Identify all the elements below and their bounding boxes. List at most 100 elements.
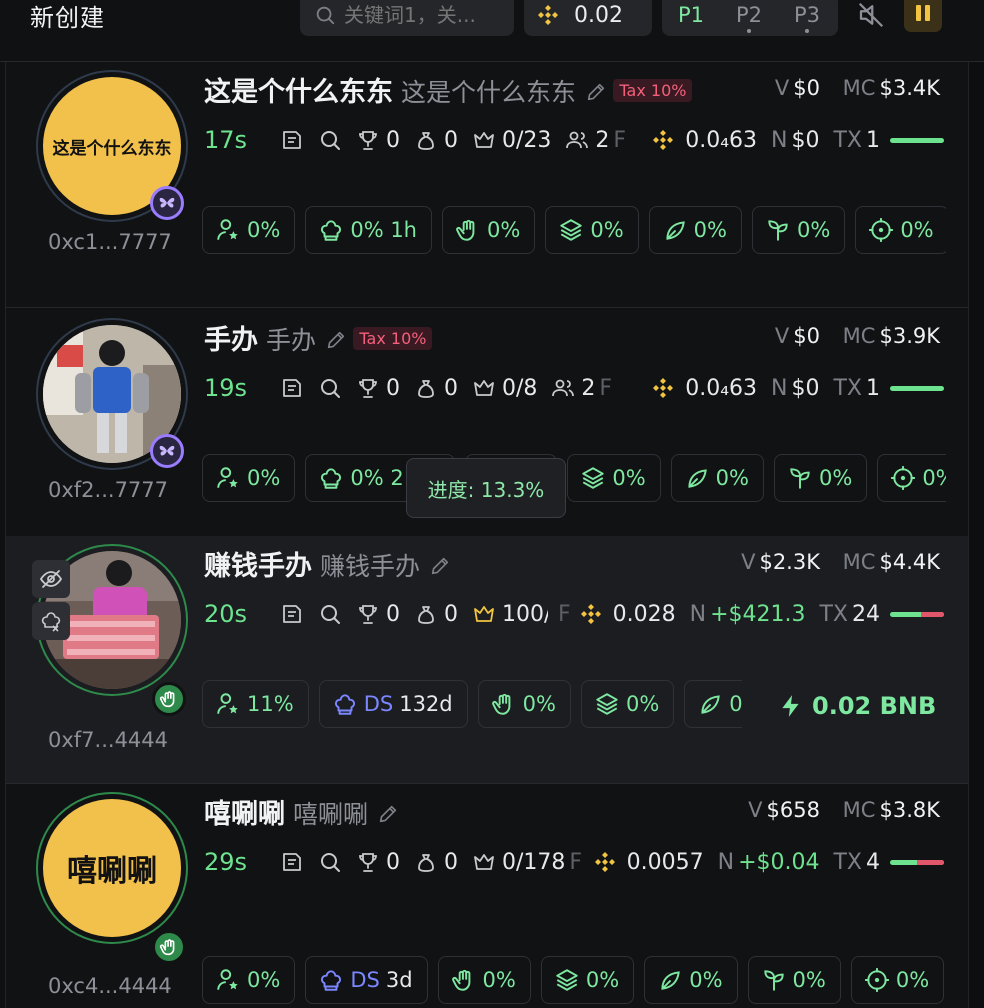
pause-button[interactable] <box>904 0 942 32</box>
chip-layers[interactable]: 0% <box>567 454 661 502</box>
user-star-icon <box>215 691 241 717</box>
bnb-icon <box>593 850 617 874</box>
metric-chips: 11% DS 132d 0% 0% 0 <box>202 680 742 728</box>
target-icon <box>868 217 894 243</box>
bag-icon <box>414 376 438 400</box>
target-icon <box>890 465 916 491</box>
chip-leaf[interactable]: 0% <box>670 454 764 502</box>
layers-icon <box>580 465 606 491</box>
tab-p3[interactable]: P3 <box>778 3 836 33</box>
sprout-icon <box>761 967 787 993</box>
tab-p2[interactable]: P2 <box>720 3 778 33</box>
buy-sell-bar <box>890 385 944 391</box>
chip-sprout[interactable]: 0% <box>747 956 841 1004</box>
token-address[interactable]: 0xc4...4444 <box>48 974 172 998</box>
chip-dev-holdings[interactable]: 0% <box>202 206 296 254</box>
volume-value: $0 <box>793 324 820 348</box>
chip-target[interactable]: 0% <box>850 956 945 1004</box>
chip-hand[interactable]: 0% <box>437 956 531 1004</box>
volume-mcap: V $0 MC $3.4K <box>775 76 940 100</box>
n-label: N <box>717 849 735 875</box>
token-age: 20s <box>204 600 248 628</box>
chip-leaf[interactable]: 0% <box>644 956 738 1004</box>
hide-eye-icon[interactable] <box>32 560 70 598</box>
chip-sprout[interactable]: 0% <box>751 206 846 254</box>
token-card[interactable]: 这是个什么东东 0xc1...7777 这是个什么东东 这是个什么东东 Tax 1… <box>6 62 968 308</box>
mute-icon[interactable] <box>856 0 886 30</box>
right-stats: 0.0₄63 N $0 TX 1 <box>651 370 944 406</box>
buy-amount-field[interactable]: 0.02 <box>524 0 652 36</box>
chef-hat-icon <box>318 465 344 491</box>
chip-hand[interactable]: 0% <box>477 680 571 728</box>
volume-mcap: V $0 MC $3.9K <box>775 324 940 348</box>
edit-pencil-icon[interactable] <box>325 329 347 351</box>
chip-sprout[interactable]: 0% <box>773 454 868 502</box>
chip-chef[interactable]: 0% 1h <box>305 206 432 254</box>
token-symbol: 赚钱手办 <box>320 552 421 581</box>
edit-pencil-icon[interactable] <box>377 803 399 825</box>
holders-icon <box>565 128 589 152</box>
chip-leaf[interactable]: 0 <box>684 680 742 728</box>
token-card[interactable]: 0xf2...7777 手办 手办 Tax 10% V $0 MC $3.9K 19s… <box>6 310 968 556</box>
ds-value: 132d <box>399 692 453 716</box>
chip-layers[interactable]: 0% <box>540 956 635 1004</box>
chip-layers[interactable]: 0% <box>545 206 639 254</box>
edit-pencil-icon[interactable] <box>429 555 451 577</box>
scrollbar[interactable] <box>968 0 984 1008</box>
butterfly-icon <box>150 186 184 220</box>
token-card[interactable]: 0xf7...4444 赚钱手办 赚钱手办 V $2.3K MC $4.4K 20s … <box>6 536 968 784</box>
chip-target[interactable]: 0% <box>877 454 946 502</box>
search-icon[interactable] <box>318 376 342 400</box>
chip-value: 0% <box>895 968 930 992</box>
quick-buy-button[interactable]: 0.02 BNB <box>758 684 958 728</box>
bnb-icon <box>651 376 675 400</box>
tx-value: 24 <box>852 601 880 627</box>
token-address[interactable]: 0xc1...7777 <box>48 230 172 254</box>
bag-count: 0 <box>444 849 458 875</box>
edit-pencil-icon[interactable] <box>585 81 607 103</box>
notes-icon[interactable] <box>280 128 304 152</box>
token-age: 19s <box>204 374 248 402</box>
notes-icon[interactable] <box>280 850 304 874</box>
hand-icon <box>491 691 517 717</box>
token-card[interactable]: 嘻唰唰 0xc4...4444 嘻唰唰 嘻唰唰 V $658 MC $3.8K 29s… <box>6 784 968 1008</box>
chef-x-icon[interactable] <box>32 602 70 640</box>
trophy-icon <box>356 376 380 400</box>
chip-dev-holdings[interactable]: 0% <box>202 454 296 502</box>
avatar[interactable]: 嘻唰唰 <box>36 792 188 944</box>
search-icon[interactable] <box>318 128 342 152</box>
search-box[interactable] <box>300 0 514 36</box>
n-value: +$0.04 <box>738 849 820 875</box>
chip-target[interactable]: 0% <box>855 206 946 254</box>
bnb-value: 0.028 <box>612 601 676 627</box>
tab-p2-dot <box>747 29 751 33</box>
chip-ds[interactable]: DS 132d <box>318 680 468 728</box>
user-star-icon <box>215 465 241 491</box>
layers-icon <box>558 217 584 243</box>
chip-dev-holdings[interactable]: 0% <box>202 956 296 1004</box>
token-name: 手办 手办 Tax 10% <box>204 318 433 357</box>
layers-icon <box>554 967 580 993</box>
notes-icon[interactable] <box>280 602 304 626</box>
volume-value: $2.3K <box>759 550 820 574</box>
search-input[interactable] <box>344 3 514 27</box>
chip-hand[interactable]: 0% <box>442 206 536 254</box>
bnb-icon <box>651 128 675 152</box>
tx-value: 1 <box>866 127 880 153</box>
token-address[interactable]: 0xf2...7777 <box>48 478 168 502</box>
chip-layers[interactable]: 0% <box>580 680 675 728</box>
token-address[interactable]: 0xf7...4444 <box>48 728 168 752</box>
tab-p1[interactable]: P1 <box>662 3 720 27</box>
search-icon[interactable] <box>318 850 342 874</box>
n-label: N <box>771 127 788 153</box>
notes-icon[interactable] <box>280 376 304 400</box>
crown-icon <box>472 128 496 152</box>
chip-value: 0 <box>729 692 742 716</box>
chip-leaf[interactable]: 0% <box>648 206 742 254</box>
crown-count: 0/178 <box>502 849 566 875</box>
chip-value: 0% 2 <box>350 466 404 490</box>
chip-ds[interactable]: DS 3d <box>305 956 428 1004</box>
search-icon[interactable] <box>318 602 342 626</box>
chip-dev-holdings[interactable]: 11% <box>202 680 309 728</box>
trophy-count: 0 <box>386 849 400 875</box>
